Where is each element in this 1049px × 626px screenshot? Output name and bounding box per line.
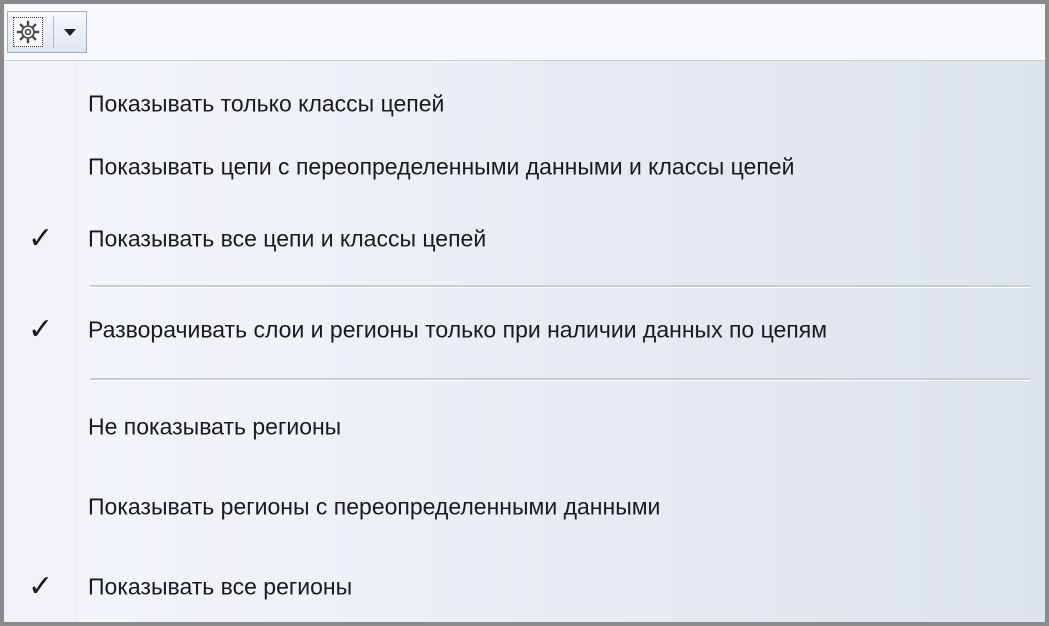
menu-item-label: Показывать регионы с переопределенными д…: [88, 493, 661, 520]
split-button-divider: [53, 16, 54, 48]
menu-item-label: Разворачивать слои и регионы только при …: [88, 316, 828, 343]
check-icon: ✓: [28, 312, 54, 347]
menu-item-show-overridden-regions[interactable]: Показывать регионы с переопределенными д…: [4, 479, 1045, 535]
window-frame: Показывать только классы цепей Показыват…: [0, 0, 1049, 626]
menu-item-label: Показывать все регионы: [88, 573, 353, 600]
menu-separator: [90, 285, 1030, 288]
check-icon: ✓: [28, 569, 54, 604]
menu-item-hide-regions[interactable]: Не показывать регионы: [4, 399, 1045, 455]
menu-item-label: Не показывать регионы: [88, 413, 342, 440]
menu-item-show-all-nets-and-classes[interactable]: ✓ Показывать все цепи и классы цепей: [4, 211, 1045, 267]
menu-item-expand-layers-regions-with-net-data[interactable]: ✓ Разворачивать слои и регионы только пр…: [4, 302, 1045, 358]
check-icon: ✓: [28, 221, 54, 256]
toolbar: [4, 4, 1045, 61]
menu-item-label: Показывать цепи с переопределенными данн…: [88, 153, 795, 180]
gear-icon[interactable]: [13, 17, 43, 47]
dropdown-menu: Показывать только классы цепей Показыват…: [4, 61, 1045, 622]
menu-item-show-overridden-nets-and-classes[interactable]: Показывать цепи с переопределенными данн…: [4, 139, 1045, 195]
menu-item-label: Показывать все цепи и классы цепей: [88, 225, 487, 252]
menu-item-show-all-regions[interactable]: ✓ Показывать все регионы: [4, 559, 1045, 615]
menu-separator: [90, 378, 1030, 381]
menu-item-show-net-classes-only[interactable]: Показывать только классы цепей: [4, 76, 1045, 132]
settings-split-button[interactable]: [7, 11, 87, 53]
menu-item-label: Показывать только классы цепей: [88, 90, 445, 117]
chevron-down-icon[interactable]: [64, 29, 76, 36]
